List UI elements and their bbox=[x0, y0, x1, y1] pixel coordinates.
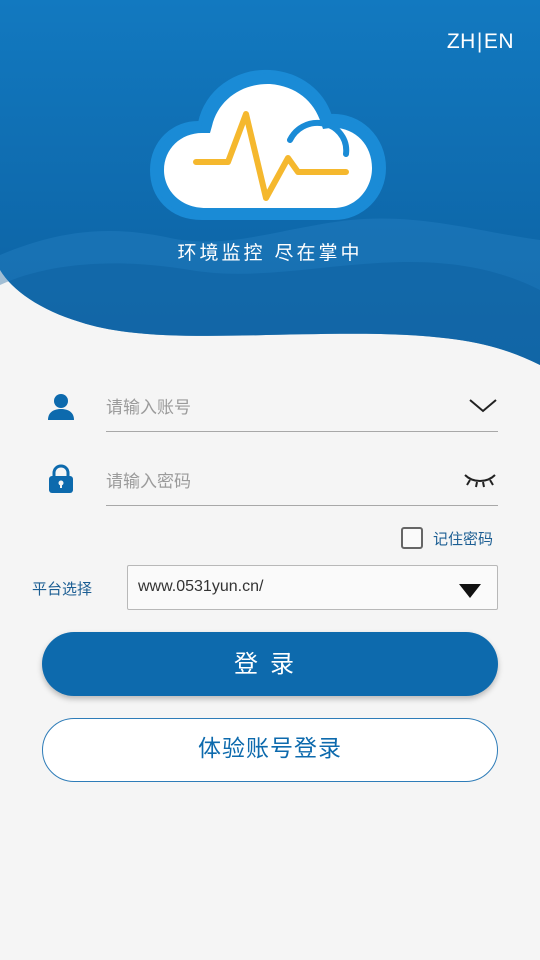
password-field bbox=[106, 458, 498, 506]
login-button[interactable]: 登录 bbox=[42, 632, 498, 696]
app-slogan: 环境监控 尽在掌中 bbox=[177, 242, 363, 264]
remember-password-toggle[interactable]: 记住密码 bbox=[401, 527, 493, 549]
account-field bbox=[106, 384, 498, 432]
login-screen: ZH|EN 环境监控 尽在掌中 请输入账号 记住密码 平台选择 www.0531… bbox=[0, 0, 540, 960]
user-icon bbox=[46, 392, 76, 422]
cloud-pulse-logo bbox=[149, 68, 387, 223]
eye-closed-icon[interactable] bbox=[462, 471, 498, 493]
remember-label: 记住密码 bbox=[433, 529, 494, 548]
lang-zh-option[interactable]: ZH bbox=[447, 30, 476, 53]
remember-checkbox[interactable] bbox=[401, 527, 423, 549]
password-input[interactable] bbox=[106, 458, 498, 505]
platform-select[interactable]: www.0531yun.cn/ bbox=[127, 565, 498, 610]
triangle-down-icon bbox=[459, 583, 481, 602]
language-switch: ZH|EN bbox=[447, 30, 514, 54]
lang-separator: | bbox=[476, 30, 483, 53]
chevron-down-icon[interactable] bbox=[468, 398, 498, 418]
platform-value: www.0531yun.cn/ bbox=[138, 578, 264, 595]
trial-login-button[interactable]: 体验账号登录 bbox=[42, 718, 498, 782]
lock-icon bbox=[46, 464, 76, 494]
lang-en-option[interactable]: EN bbox=[484, 30, 514, 53]
account-input[interactable] bbox=[106, 384, 498, 431]
platform-label: 平台选择 bbox=[32, 580, 93, 598]
